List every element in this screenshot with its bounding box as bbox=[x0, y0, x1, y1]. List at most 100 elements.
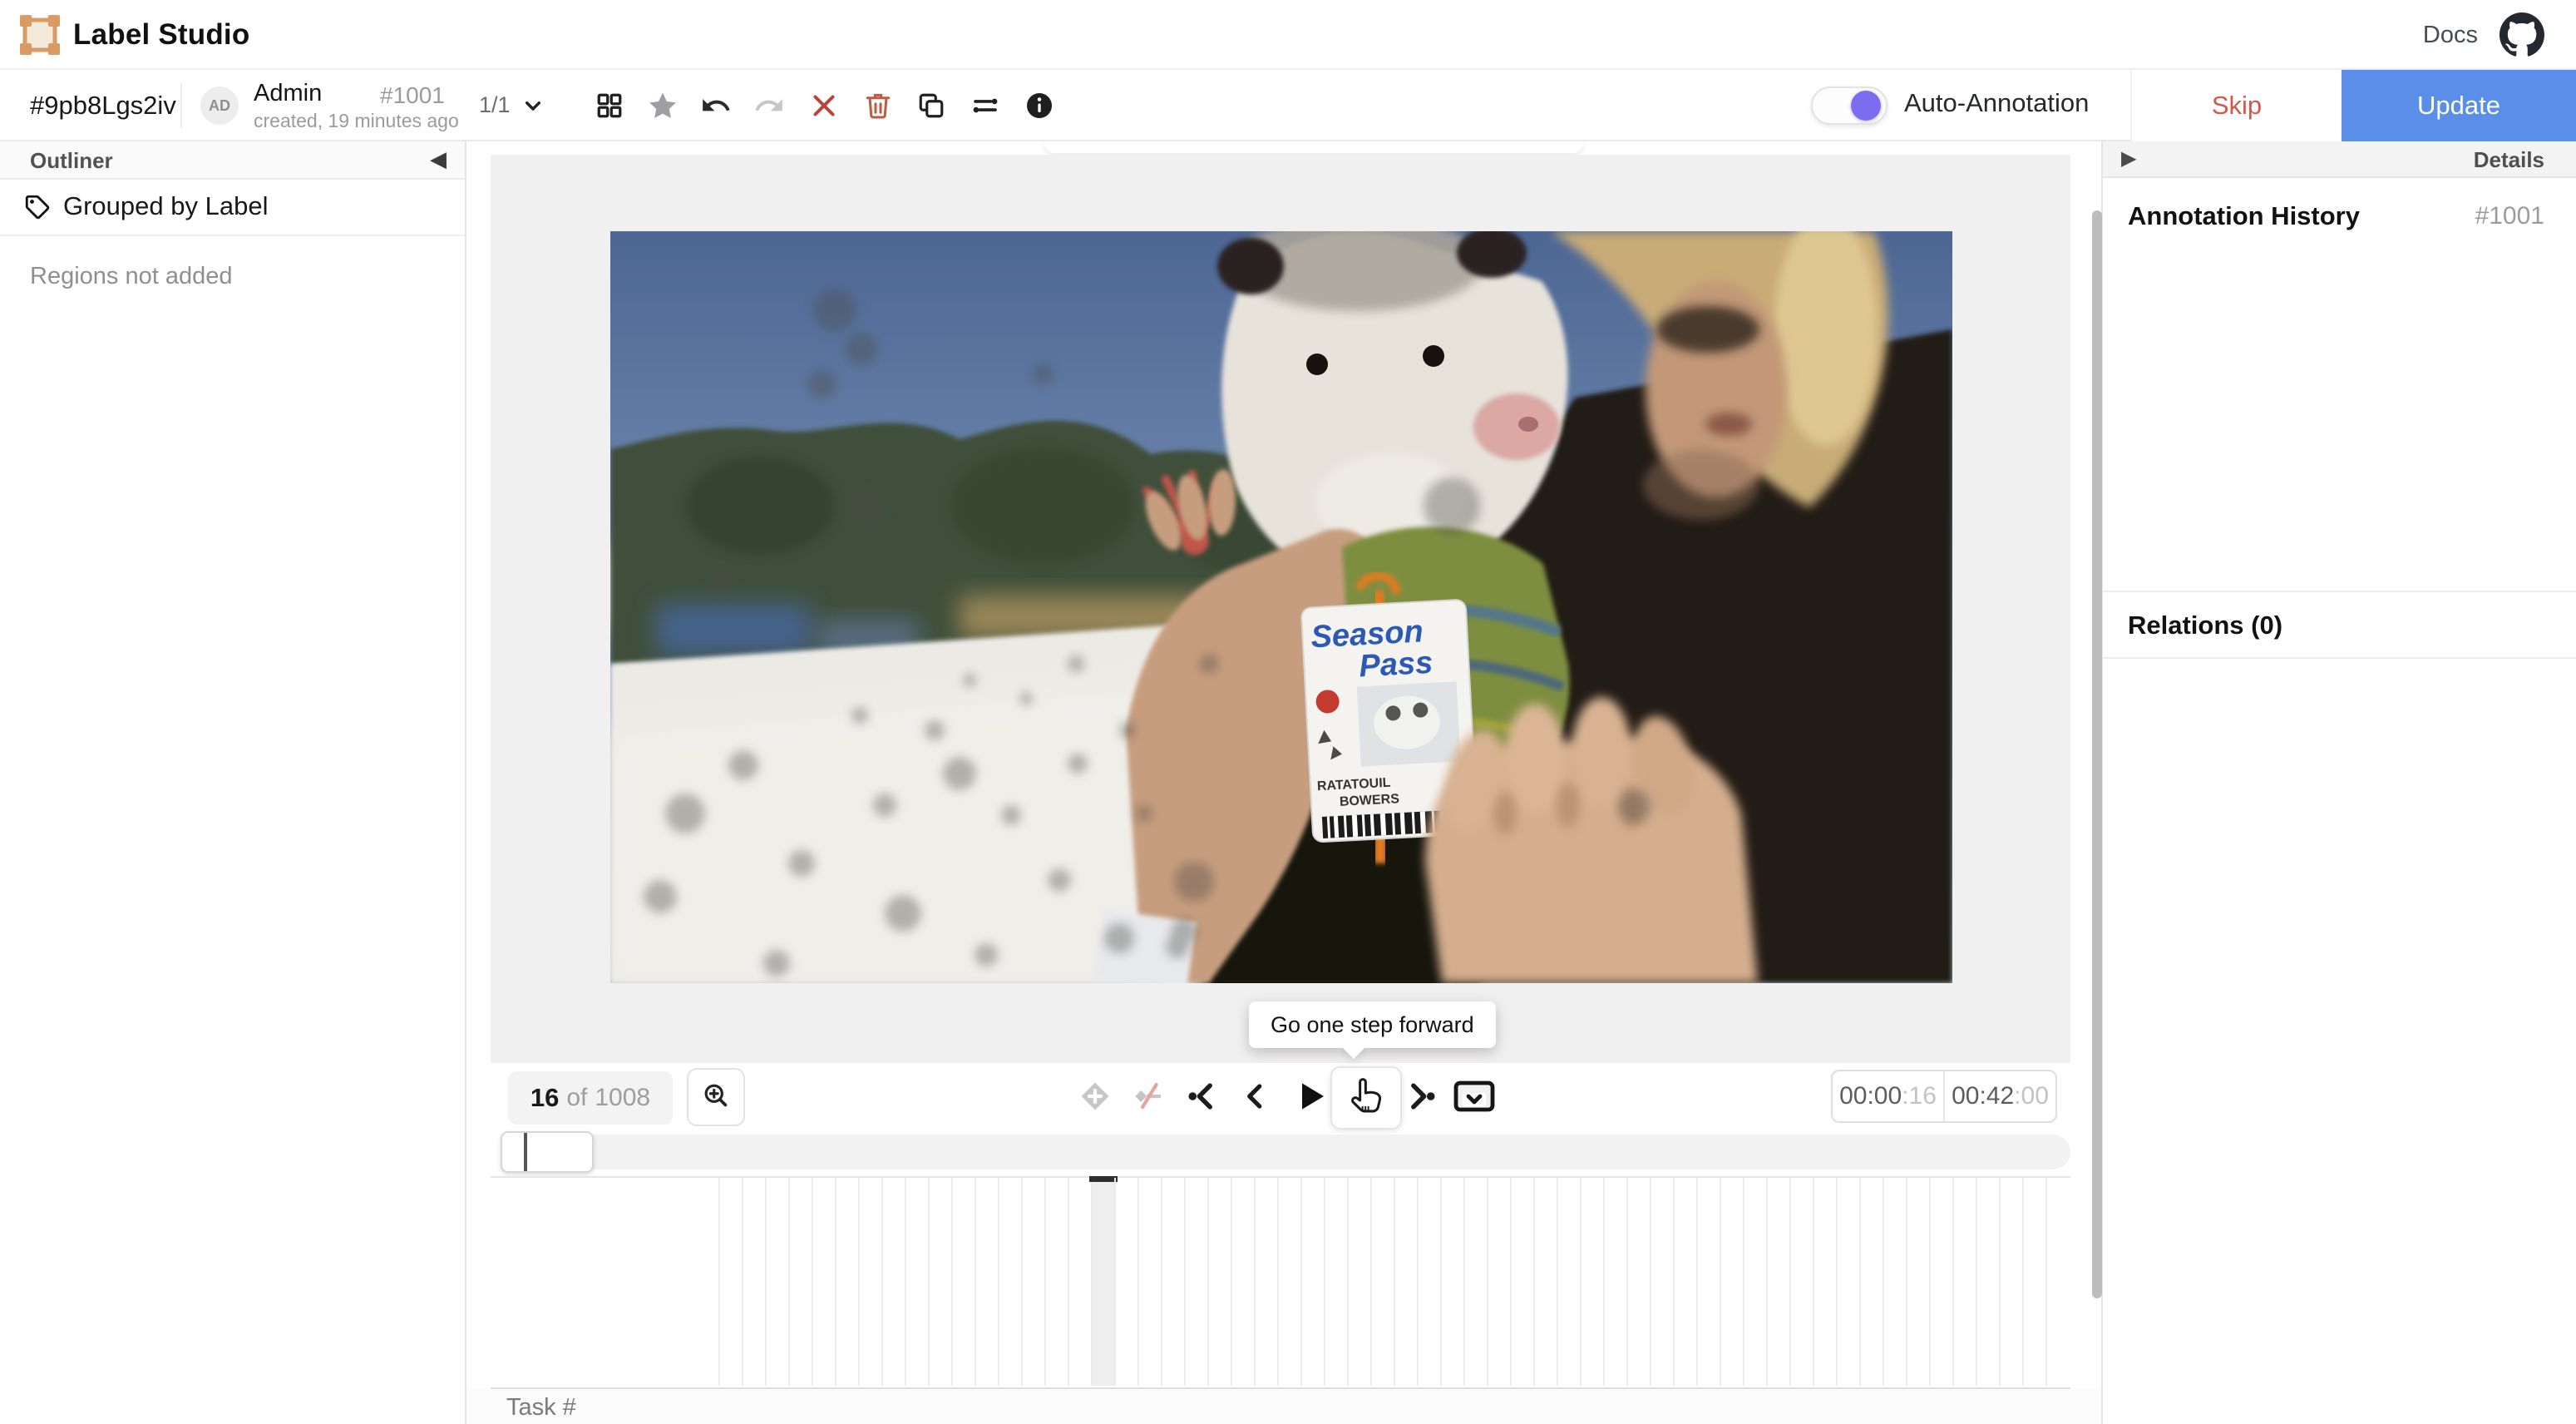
timeline-column[interactable] bbox=[1370, 1178, 1394, 1386]
timeline-column[interactable] bbox=[1207, 1178, 1231, 1386]
timeline-column[interactable] bbox=[1300, 1178, 1324, 1386]
timeline-column[interactable] bbox=[1673, 1178, 1696, 1386]
skip-button[interactable]: Skip bbox=[2130, 70, 2342, 141]
timeline-column-current[interactable] bbox=[1091, 1178, 1114, 1386]
timeline-column[interactable] bbox=[881, 1178, 905, 1386]
timeline-column[interactable] bbox=[951, 1178, 975, 1386]
frame-counter[interactable]: 16 of 1008 bbox=[508, 1071, 673, 1125]
timeline-column[interactable] bbox=[765, 1178, 788, 1386]
timeline-column[interactable] bbox=[1068, 1178, 1091, 1386]
timeline-column[interactable] bbox=[812, 1178, 835, 1386]
timeline-column[interactable] bbox=[1650, 1178, 1673, 1386]
zoom-in-button[interactable] bbox=[687, 1068, 745, 1126]
avatar[interactable]: AD bbox=[200, 87, 239, 125]
timeline-column[interactable] bbox=[1813, 1178, 1836, 1386]
frames-control-button[interactable] bbox=[1454, 1078, 1494, 1118]
time-current[interactable]: 00:00:16 bbox=[1833, 1071, 1943, 1121]
timeline-column[interactable] bbox=[1580, 1178, 1603, 1386]
auto-annotation-toggle[interactable] bbox=[1811, 87, 1888, 125]
reject-button[interactable] bbox=[806, 87, 842, 124]
relations-section[interactable]: Relations (0) bbox=[2103, 591, 2576, 659]
timeline-column[interactable] bbox=[1137, 1178, 1161, 1386]
timeline-column[interactable] bbox=[1836, 1178, 1859, 1386]
timeline-column[interactable] bbox=[1603, 1178, 1626, 1386]
timeline-column[interactable] bbox=[1859, 1178, 1883, 1386]
toggle-interpolation-button[interactable] bbox=[1128, 1078, 1168, 1118]
frame-current[interactable]: 16 bbox=[530, 1083, 559, 1113]
annotation-history-label[interactable]: Annotation History bbox=[2128, 201, 2360, 231]
settings-button[interactable] bbox=[967, 87, 1004, 124]
timeline-column[interactable] bbox=[1044, 1178, 1068, 1386]
next-keyframe-button[interactable] bbox=[1401, 1078, 1441, 1118]
timeline-column[interactable] bbox=[928, 1178, 951, 1386]
timeline-column[interactable] bbox=[998, 1178, 1021, 1386]
timeline-column[interactable] bbox=[1626, 1178, 1650, 1386]
seek-playhead[interactable] bbox=[524, 1133, 527, 1171]
group-by-selector[interactable]: Grouped by Label bbox=[0, 180, 465, 236]
add-keyframe-button[interactable] bbox=[1075, 1078, 1115, 1118]
timeline-column[interactable] bbox=[1114, 1178, 1137, 1386]
timeline-column[interactable] bbox=[1231, 1178, 1254, 1386]
expand-right-icon[interactable]: ▶ bbox=[2121, 146, 2136, 171]
timeline-column[interactable] bbox=[1883, 1178, 1906, 1386]
github-icon[interactable] bbox=[2500, 12, 2544, 57]
step-backward-button[interactable] bbox=[1236, 1078, 1276, 1118]
timeline-column[interactable] bbox=[1743, 1178, 1766, 1386]
timeline-column[interactable] bbox=[1906, 1178, 1929, 1386]
redo-button[interactable] bbox=[751, 87, 787, 124]
timeline-column[interactable] bbox=[1254, 1178, 1277, 1386]
timeline-column[interactable] bbox=[1021, 1178, 1044, 1386]
step-forward-button[interactable] bbox=[1330, 1066, 1402, 1130]
undo-button[interactable] bbox=[698, 87, 734, 124]
grid-view-button[interactable] bbox=[591, 87, 628, 124]
timeline-column[interactable] bbox=[1789, 1178, 1813, 1386]
timeline-column[interactable] bbox=[1510, 1178, 1533, 1386]
timeline-column[interactable] bbox=[1417, 1178, 1440, 1386]
timeline-column[interactable] bbox=[1720, 1178, 1743, 1386]
timeline-column[interactable] bbox=[1440, 1178, 1463, 1386]
timeline-column[interactable] bbox=[1999, 1178, 2022, 1386]
info-button[interactable] bbox=[1021, 87, 1058, 124]
timeline-column[interactable] bbox=[1394, 1178, 1417, 1386]
timeline-column[interactable] bbox=[905, 1178, 928, 1386]
video-frame[interactable]: Season Pass RATATOUIL BOWERS bbox=[610, 231, 1952, 983]
timeline-column[interactable] bbox=[1324, 1178, 1347, 1386]
timeline-column[interactable] bbox=[1277, 1178, 1300, 1386]
collapse-left-icon[interactable]: ◀ bbox=[430, 146, 447, 172]
timeline-column[interactable] bbox=[1766, 1178, 1789, 1386]
seek-viewport-handle[interactable] bbox=[501, 1131, 594, 1173]
timeline-column[interactable] bbox=[1533, 1178, 1557, 1386]
prev-keyframe-button[interactable] bbox=[1182, 1078, 1222, 1118]
seek-track[interactable] bbox=[502, 1135, 2070, 1169]
timeline-column[interactable] bbox=[1487, 1178, 1510, 1386]
timeline-column[interactable] bbox=[1557, 1178, 1580, 1386]
timeline-column[interactable] bbox=[1952, 1178, 1976, 1386]
delete-button[interactable] bbox=[860, 87, 896, 124]
star-button[interactable] bbox=[644, 87, 681, 124]
timeline-column[interactable] bbox=[975, 1178, 998, 1386]
annotator-name[interactable]: Admin bbox=[254, 80, 322, 107]
timeline-column[interactable] bbox=[1463, 1178, 1487, 1386]
timeline-column[interactable] bbox=[1184, 1178, 1207, 1386]
play-button[interactable] bbox=[1290, 1078, 1330, 1118]
chevron-down-icon[interactable] bbox=[520, 92, 546, 119]
timeline-grid[interactable] bbox=[718, 1178, 2069, 1386]
timeline-column[interactable] bbox=[2022, 1178, 2046, 1386]
timeline-column[interactable] bbox=[1929, 1178, 1952, 1386]
docs-link[interactable]: Docs bbox=[2423, 0, 2478, 70]
timeline-column[interactable] bbox=[858, 1178, 881, 1386]
update-button[interactable]: Update bbox=[2342, 70, 2576, 141]
timeline-column[interactable] bbox=[718, 1178, 742, 1386]
timeline-column[interactable] bbox=[1347, 1178, 1370, 1386]
timeline-column[interactable] bbox=[742, 1178, 765, 1386]
timeline-column[interactable] bbox=[2046, 1178, 2069, 1386]
timeline-column[interactable] bbox=[835, 1178, 858, 1386]
annotation-pager[interactable]: 1/1 bbox=[479, 92, 511, 118]
vertical-scrollbar[interactable] bbox=[2092, 210, 2102, 1298]
timeline-playhead-marker[interactable] bbox=[1089, 1176, 1118, 1182]
timeline-column[interactable] bbox=[1161, 1178, 1184, 1386]
duplicate-button[interactable] bbox=[913, 87, 950, 124]
timeline-column[interactable] bbox=[1696, 1178, 1720, 1386]
timeline-column[interactable] bbox=[788, 1178, 812, 1386]
timeline-column[interactable] bbox=[1976, 1178, 1999, 1386]
